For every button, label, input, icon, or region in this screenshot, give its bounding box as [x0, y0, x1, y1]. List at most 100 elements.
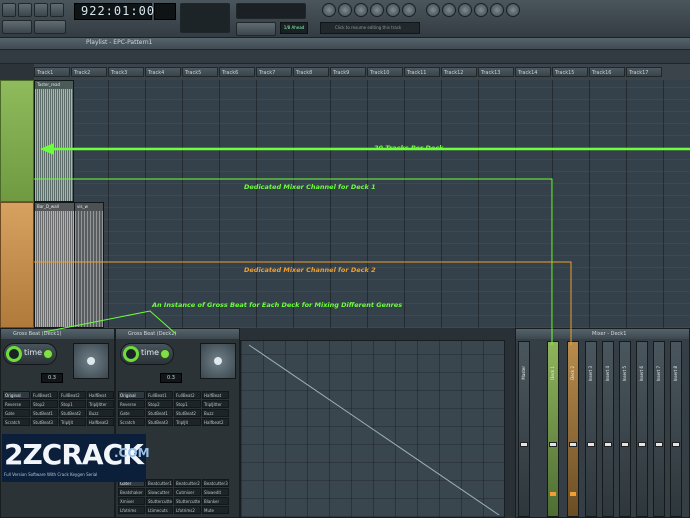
preset-slot[interactable]: Scratch: [118, 418, 145, 426]
preset-slot[interactable]: Beatshaker: [118, 488, 145, 496]
play-button[interactable]: [34, 3, 48, 17]
time-mode-knob[interactable]: time: [3, 343, 57, 365]
preset-slot[interactable]: Beatcutter3: [202, 479, 229, 487]
audio-clip-deck1[interactable]: Taster_read: [34, 80, 74, 202]
xy-pad[interactable]: [73, 343, 109, 379]
preset-slot[interactable]: FullBeat2: [59, 391, 86, 399]
mixer-channel-master[interactable]: Master: [518, 341, 530, 517]
preset-slot[interactable]: Beatcutter2: [174, 479, 201, 487]
preset-slot[interactable]: Slowcutter: [146, 488, 173, 496]
preset-slot[interactable]: StutBeat3: [31, 418, 58, 426]
playlist-grid[interactable]: Taster_read Bar_D_wall vis_w: [34, 80, 690, 328]
menu-button[interactable]: [2, 3, 16, 17]
mixer-channel[interactable]: Insert 8: [670, 341, 682, 517]
snap-icon[interactable]: [322, 3, 336, 17]
track-label[interactable]: Track16: [589, 67, 625, 77]
preset-slot[interactable]: Stuttercutter1: [146, 497, 173, 505]
preset-slot[interactable]: Original: [118, 391, 145, 399]
deck1-pattern-block[interactable]: [0, 80, 34, 202]
playlist-icon[interactable]: [354, 3, 368, 17]
time-mode-knob[interactable]: time: [120, 343, 174, 365]
preset-slot[interactable]: Halfbeat2: [202, 418, 229, 426]
channel-fader[interactable]: [520, 442, 528, 447]
track-label[interactable]: Track8: [293, 67, 329, 77]
track-label[interactable]: Track15: [552, 67, 588, 77]
song-time-display[interactable]: 922:01:000: [74, 3, 162, 20]
preset-slot[interactable]: Lfotrims2: [174, 506, 201, 514]
track-label[interactable]: Track17: [626, 67, 662, 77]
preset-slot[interactable]: TriplJitter: [202, 400, 229, 408]
preset-slot[interactable]: Buzz: [87, 409, 114, 417]
metronome-icon[interactable]: [458, 3, 472, 17]
channel-fader[interactable]: [549, 442, 557, 447]
track-label[interactable]: Track10: [367, 67, 403, 77]
preset-slot[interactable]: HalfBeat: [202, 391, 229, 399]
preset-slot[interactable]: FullBeat2: [174, 391, 201, 399]
channel-fader[interactable]: [655, 442, 663, 447]
preset-slot[interactable]: Lfotrims: [118, 506, 145, 514]
tempo-display[interactable]: [154, 3, 176, 20]
time-toggle-icon[interactable]: [160, 349, 170, 359]
track-label[interactable]: Track11: [404, 67, 440, 77]
track-label[interactable]: Track9: [330, 67, 366, 77]
window-title[interactable]: Gross Beat (Deck1): [1, 329, 114, 339]
preset-slot[interactable]: Mute: [202, 506, 229, 514]
preset-slot[interactable]: Blanker: [202, 497, 229, 505]
preset-slot[interactable]: TriplJitter: [87, 400, 114, 408]
track-label[interactable]: Track5: [182, 67, 218, 77]
track-label[interactable]: Track13: [478, 67, 514, 77]
preset-slot[interactable]: Scratch: [3, 418, 30, 426]
preset-slot[interactable]: Slowedit: [202, 488, 229, 496]
preset-slot[interactable]: StutBeat3: [146, 418, 173, 426]
mixer-channel[interactable]: Insert 7: [653, 341, 665, 517]
mix-display[interactable]: 0.3: [41, 373, 63, 383]
channel-fader[interactable]: [638, 442, 646, 447]
preset-slot[interactable]: StutBeat2: [59, 409, 86, 417]
track-label[interactable]: Track6: [219, 67, 255, 77]
mixer-channel[interactable]: Insert 5: [619, 341, 631, 517]
preset-slot[interactable]: Halfbeat2: [87, 418, 114, 426]
preset-slot[interactable]: Beatcutter1: [146, 479, 173, 487]
preset-slot[interactable]: FullBeat1: [146, 391, 173, 399]
mixer-channel-deck1[interactable]: Deck 1: [547, 341, 559, 517]
master-pitch-slider[interactable]: [236, 22, 276, 36]
mixer-channel[interactable]: Insert 3: [585, 341, 597, 517]
preset-slot[interactable]: HalfBeat: [87, 391, 114, 399]
preset-slot[interactable]: StutBeat2: [174, 409, 201, 417]
mixer-icon[interactable]: [402, 3, 416, 17]
preset-slot[interactable]: Stop1: [59, 400, 86, 408]
preset-slot[interactable]: TriplJit: [174, 418, 201, 426]
gross-beat-envelope-editor[interactable]: [240, 340, 505, 518]
preset-slot[interactable]: Reverse: [3, 400, 30, 408]
channel-fader[interactable]: [569, 442, 577, 447]
record-button[interactable]: [2, 20, 32, 34]
browser-icon[interactable]: [338, 3, 352, 17]
channel-fader[interactable]: [672, 442, 680, 447]
preset-slot[interactable]: StutBeat1: [31, 409, 58, 417]
window-title[interactable]: Gross Beat (Deck2): [116, 329, 239, 339]
mix-display[interactable]: 0.3: [160, 373, 182, 383]
preset-slot[interactable]: Buzz: [202, 409, 229, 417]
loop-icon[interactable]: [474, 3, 488, 17]
track-label[interactable]: Track12: [441, 67, 477, 77]
track-label[interactable]: Track3: [108, 67, 144, 77]
master-volume-slider[interactable]: [236, 3, 306, 19]
time-toggle-icon[interactable]: [43, 349, 53, 359]
channel-fader[interactable]: [621, 442, 629, 447]
preset-slot[interactable]: Reverse: [118, 400, 145, 408]
pattern-selector[interactable]: [34, 20, 66, 34]
xy-pad[interactable]: [200, 343, 236, 379]
settings-icon[interactable]: [490, 3, 504, 17]
channel-fader[interactable]: [604, 442, 612, 447]
audio-clip-deck2b[interactable]: vis_w: [74, 202, 104, 328]
track-label[interactable]: Track4: [145, 67, 181, 77]
preset-slot[interactable]: Stop1: [174, 400, 201, 408]
track-label[interactable]: Track7: [256, 67, 292, 77]
stop-button[interactable]: [50, 3, 64, 17]
preset-slot[interactable]: Stuttercutter2: [174, 497, 201, 505]
pattern-song-toggle[interactable]: [18, 3, 32, 17]
preset-slot[interactable]: Original: [3, 391, 30, 399]
track-label[interactable]: Track2: [71, 67, 107, 77]
preset-slot[interactable]: Xmixer: [118, 497, 145, 505]
preset-slot[interactable]: TriplJit: [59, 418, 86, 426]
